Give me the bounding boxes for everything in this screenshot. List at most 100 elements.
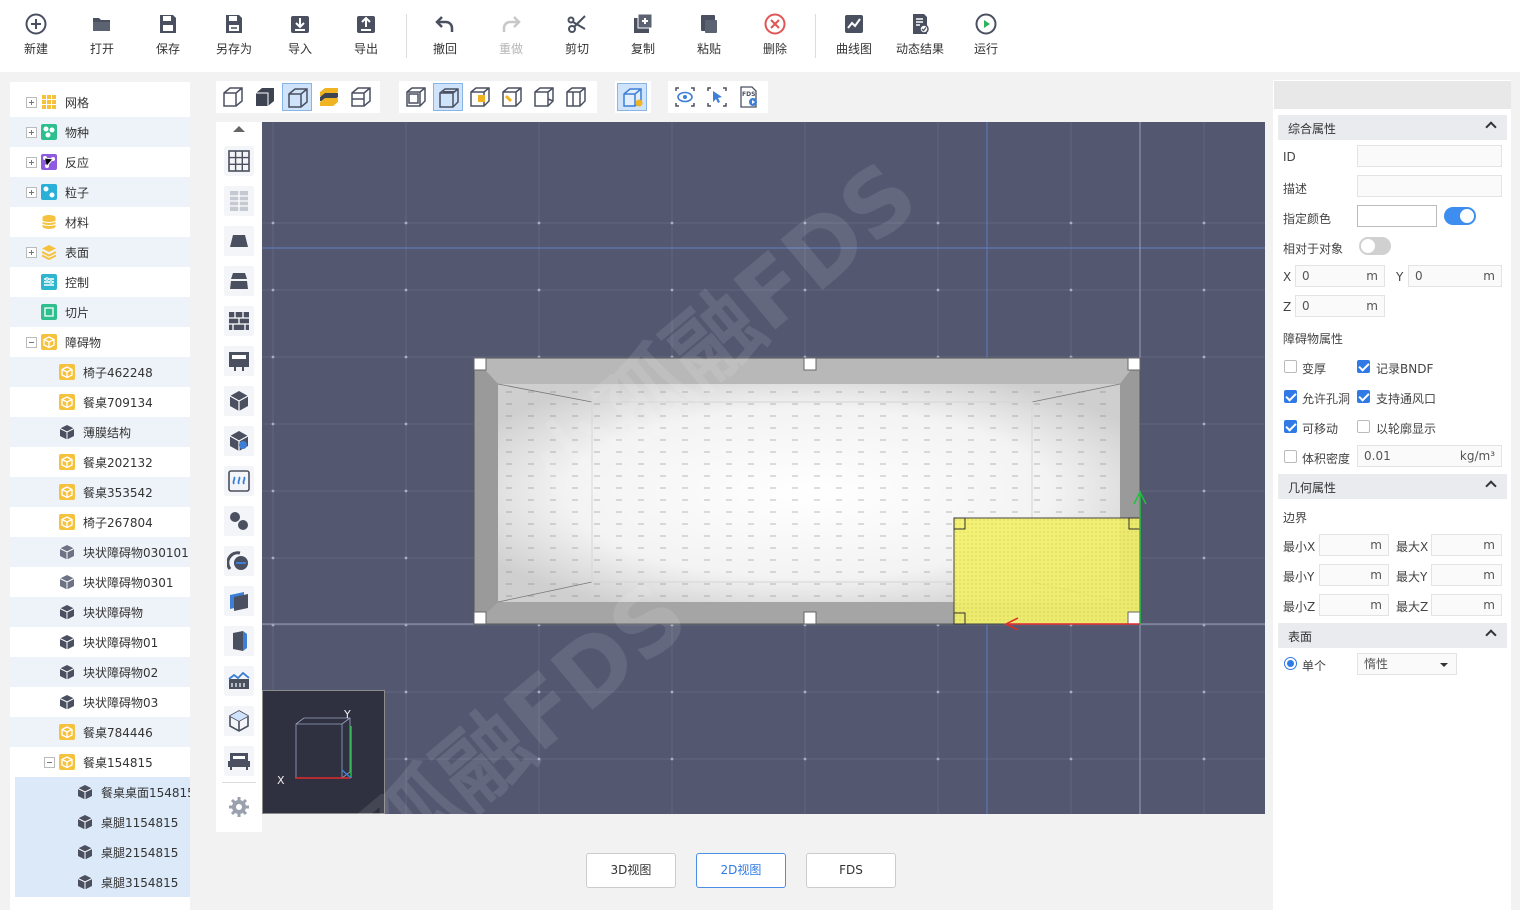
tree-item[interactable]: 障碍物 [10,327,190,357]
panel-tool-button[interactable] [224,346,254,376]
vent-tool-button[interactable] [224,586,254,616]
tree-item[interactable]: 餐桌353542 [10,477,190,507]
save-as-button[interactable]: 另存为 [206,12,262,64]
tree-item[interactable]: 控制 [10,267,190,297]
undo-button[interactable]: 撤回 [417,12,473,64]
tree-item[interactable]: 桌腿2154815 [15,837,190,867]
tree-item[interactable]: 桌腿3154815 [15,867,190,897]
object-mode-button[interactable] [617,83,647,111]
desc-input[interactable] [1357,175,1502,197]
selected-obstruction[interactable] [953,517,1141,625]
expand-icon[interactable] [26,127,37,138]
tree-item[interactable]: 块状障碍物02 [10,657,190,687]
color-picker[interactable] [1357,205,1437,227]
min-z-input[interactable]: m [1319,594,1389,616]
tree-item[interactable]: 块状障碍物01 [10,627,190,657]
tree-item[interactable]: 餐桌784446 [10,717,190,747]
general-props-header[interactable]: 综合属性 [1278,115,1507,140]
support-vent-checkbox[interactable] [1357,390,1370,403]
thicken-checkbox[interactable] [1284,360,1297,373]
tree-item[interactable]: 表面 [10,237,190,267]
expand-icon[interactable] [26,247,37,258]
mesh-tool-button[interactable] [224,146,254,176]
scroll-up-icon[interactable] [233,126,245,132]
expand-icon[interactable] [26,187,37,198]
terrain-tool-button[interactable] [224,666,254,696]
outline-view-button[interactable] [282,83,312,111]
particle-tool-button[interactable] [224,506,254,536]
slab-tool-button[interactable] [224,226,254,256]
tab-3d-view[interactable]: 3D视图 [586,853,676,888]
tree-item[interactable]: 餐桌154815 [10,747,190,777]
tree-item[interactable]: 块状障碍物030101 [10,537,190,567]
tree-item[interactable]: 桌腿1154815 [15,807,190,837]
wall-tool-button[interactable] [224,186,254,216]
brick-tool-button[interactable] [224,306,254,336]
tree-item[interactable]: 餐桌桌面154815 [15,777,190,807]
tree-item[interactable]: 椅子462248 [10,357,190,387]
tree-item[interactable]: 反应 [10,147,190,177]
door-tool-button[interactable] [224,626,254,656]
sprinkler-tool-button[interactable] [224,546,254,576]
outline-checkbox[interactable] [1357,420,1370,433]
single-surface-radio[interactable] [1284,657,1297,670]
tree-item[interactable]: 网格 [10,87,190,117]
solid-view-button[interactable] [250,83,280,111]
z-input[interactable]: 0m [1295,295,1385,317]
hole-tool-button[interactable] [224,426,254,456]
x-input[interactable]: 0m [1295,265,1385,287]
view-back-button[interactable] [529,83,559,111]
run-button[interactable]: 运行 [958,12,1014,64]
visibility-button[interactable] [670,83,700,111]
color-toggle[interactable] [1444,207,1476,225]
max-x-input[interactable]: m [1431,534,1502,556]
heat-tool-button[interactable] [224,466,254,496]
expand-icon[interactable] [26,97,37,108]
collapse-icon[interactable] [26,337,37,348]
min-y-input[interactable]: m [1319,564,1389,586]
tree-item[interactable]: 餐桌709134 [10,387,190,417]
fds-export-button[interactable]: FDS [734,83,764,111]
stairs-tool-button[interactable] [224,266,254,296]
view-bottom-button[interactable] [497,83,527,111]
cut-button[interactable]: 剪切 [549,12,605,64]
min-x-input[interactable]: m [1319,534,1389,556]
furniture-tool-button[interactable] [224,746,254,776]
copy-button[interactable]: 复制 [615,12,671,64]
import-button[interactable]: 导入 [272,12,328,64]
tab-2d-view[interactable]: 2D视图 [696,853,786,888]
view-right-button[interactable] [561,83,591,111]
tree-item[interactable]: 材料 [10,207,190,237]
tree-item[interactable]: 块状障碍物0301 [10,567,190,597]
redo-button[interactable]: 重做 [483,12,539,64]
dynamic-result-button[interactable]: 动态结果 [892,12,948,64]
tree-item[interactable]: 切片 [10,297,190,327]
relative-toggle[interactable] [1359,237,1391,255]
bulk-density-input[interactable]: 0.01 kg/m³ [1357,445,1502,467]
new-button[interactable]: 新建 [8,12,64,64]
view-front-button[interactable] [401,83,431,111]
allow-holes-checkbox[interactable] [1284,390,1297,403]
layered-view-button[interactable] [314,83,344,111]
section-view-button[interactable] [346,83,376,111]
max-y-input[interactable]: m [1431,564,1502,586]
curve-chart-button[interactable]: 曲线图 [826,12,882,64]
y-input[interactable]: 0m [1408,265,1502,287]
surface-select[interactable]: 惰性 [1357,653,1457,675]
tree-item[interactable]: 物种 [10,117,190,147]
view-side-button[interactable] [465,83,495,111]
id-input[interactable] [1357,145,1502,167]
geom-props-header[interactable]: 几何属性 [1278,474,1507,499]
tree-item[interactable]: 块状障碍物03 [10,687,190,717]
delete-button[interactable]: 删除 [747,12,803,64]
2d-viewport[interactable]: Y X 小孤融FDS 小孤融FDS [262,122,1265,814]
select-button[interactable] [702,83,732,111]
max-z-input[interactable]: m [1431,594,1502,616]
settings-tool-button[interactable] [224,792,254,822]
box-tool-button[interactable] [224,706,254,736]
tree-item[interactable]: 块状障碍物 [10,597,190,627]
tree-item[interactable]: 薄膜结构 [10,417,190,447]
collapse-icon[interactable] [44,757,55,768]
tree-item[interactable]: 椅子267804 [10,507,190,537]
tree-item[interactable]: 餐桌202132 [10,447,190,477]
